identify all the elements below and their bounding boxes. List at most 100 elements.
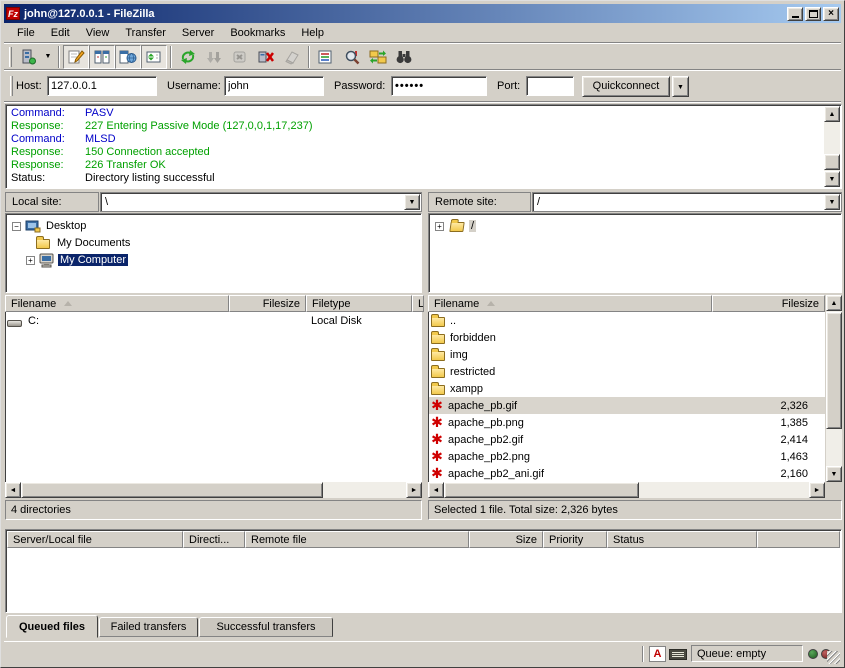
remote-hscrollbar[interactable]: ◄ ► <box>428 482 825 498</box>
collapse-icon[interactable]: − <box>12 222 21 231</box>
file-name: .. <box>450 315 456 327</box>
file-row[interactable]: .. <box>429 312 825 329</box>
file-row[interactable]: restricted <box>429 363 825 380</box>
menu-edit[interactable]: Edit <box>43 25 78 41</box>
menu-bookmarks[interactable]: Bookmarks <box>222 25 293 41</box>
expand-icon[interactable]: + <box>26 256 35 265</box>
scrollbar-thumb[interactable] <box>824 154 840 170</box>
scroll-down-button[interactable]: ▼ <box>824 171 840 187</box>
scroll-down-button[interactable]: ▼ <box>826 466 842 482</box>
quickconnect-dropdown-button[interactable]: ▼ <box>672 76 689 97</box>
tree-item-root[interactable]: + / <box>435 218 476 234</box>
column-header-remote-file[interactable]: Remote file <box>245 531 469 548</box>
log-text: PASV <box>85 107 114 120</box>
scroll-right-button[interactable]: ► <box>406 482 422 498</box>
titlebar[interactable]: Fz john@127.0.0.1 - FileZilla × <box>4 4 841 23</box>
password-input[interactable] <box>391 76 487 96</box>
local-site-combo[interactable]: \ <box>100 192 422 212</box>
column-header-blank <box>757 531 840 548</box>
toggle-local-tree-button[interactable] <box>89 45 115 69</box>
tab-failed-transfers[interactable]: Failed transfers <box>99 617 198 637</box>
menu-file[interactable]: File <box>9 25 43 41</box>
tab-queued-files[interactable]: Queued files <box>6 615 98 638</box>
username-input[interactable] <box>224 76 324 96</box>
tree-item-my-computer[interactable]: + My Computer <box>26 252 128 268</box>
scrollbar-thumb[interactable] <box>21 482 323 498</box>
file-row[interactable]: C: Local Disk <box>6 312 422 329</box>
menu-view[interactable]: View <box>78 25 118 41</box>
scrollbar-thumb[interactable] <box>826 312 842 429</box>
cancel-operation-button[interactable] <box>227 45 253 69</box>
menu-server[interactable]: Server <box>174 25 222 41</box>
port-input[interactable] <box>526 76 574 96</box>
toggle-remote-tree-button[interactable] <box>115 45 141 69</box>
column-label: Directi... <box>189 534 229 546</box>
remote-site-combo[interactable]: / <box>532 192 842 212</box>
remote-site-dropdown-button[interactable]: ▼ <box>824 194 840 210</box>
close-button[interactable]: × <box>823 7 839 21</box>
minimize-button[interactable] <box>787 7 803 21</box>
tab-successful-transfers[interactable]: Successful transfers <box>199 617 333 637</box>
column-header-server-local-file[interactable]: Server/Local file <box>7 531 183 548</box>
file-row[interactable]: ✱apache_pb2.gif2,414 <box>429 431 825 448</box>
resize-grip[interactable] <box>827 651 840 664</box>
column-header-direction[interactable]: Directi... <box>183 531 245 548</box>
username-label: Username: <box>167 80 221 92</box>
file-row[interactable]: ✱apache_pb2.png1,463 <box>429 448 825 465</box>
menu-help[interactable]: Help <box>293 25 332 41</box>
scroll-up-button[interactable]: ▲ <box>826 295 842 311</box>
column-header-filename[interactable]: Filename <box>5 295 229 312</box>
file-row[interactable]: xampp <box>429 380 825 397</box>
directory-comparison-button[interactable] <box>339 45 365 69</box>
file-row-selected[interactable]: ✱apache_pb.gif2,326 <box>429 397 825 414</box>
host-input[interactable] <box>47 76 157 96</box>
scroll-left-button[interactable]: ◄ <box>5 482 21 498</box>
quickconnect-button[interactable]: Quickconnect <box>582 76 670 97</box>
maximize-button[interactable] <box>805 7 821 21</box>
toolbar-grip[interactable] <box>9 47 12 67</box>
find-files-button[interactable] <box>391 45 417 69</box>
column-header-priority[interactable]: Priority <box>543 531 607 548</box>
directory-listing-filters-button[interactable] <box>313 45 339 69</box>
remote-tree-icon <box>119 49 137 65</box>
file-row[interactable]: ✱apache_pb.png1,385 <box>429 414 825 431</box>
file-row[interactable]: forbidden <box>429 329 825 346</box>
column-header-size[interactable]: Size <box>469 531 543 548</box>
column-header-filesize[interactable]: Filesize <box>712 295 825 312</box>
sort-ascending-icon <box>64 301 72 306</box>
binary-indicator-icon[interactable] <box>669 649 687 660</box>
site-manager-button[interactable] <box>15 45 41 69</box>
refresh-button[interactable] <box>175 45 201 69</box>
transfer-type-icon[interactable]: A <box>649 646 666 662</box>
quickconnect-grip[interactable] <box>10 76 13 96</box>
tree-item-my-documents[interactable]: My Documents <box>34 235 132 251</box>
toggle-transfer-queue-button[interactable] <box>141 45 167 69</box>
menu-transfer[interactable]: Transfer <box>117 25 174 41</box>
column-header-filesize[interactable]: Filesize <box>229 295 306 312</box>
disconnect-button[interactable] <box>253 45 279 69</box>
queue-header: Server/Local file Directi... Remote file… <box>7 531 840 548</box>
column-header-status[interactable]: Status <box>607 531 757 548</box>
site-manager-dropdown-button[interactable]: ▼ <box>41 45 55 69</box>
local-hscrollbar[interactable]: ◄ ► <box>5 482 422 498</box>
scrollbar-thumb[interactable] <box>444 482 639 498</box>
local-site-dropdown-button[interactable]: ▼ <box>404 194 420 210</box>
column-header-filetype[interactable]: Filetype <box>306 295 412 312</box>
tree-item-desktop[interactable]: − Desktop <box>12 218 88 234</box>
scroll-up-button[interactable]: ▲ <box>824 106 840 122</box>
scroll-left-button[interactable]: ◄ <box>428 482 444 498</box>
column-label: L <box>418 298 424 310</box>
file-row[interactable]: ✱apache_pb2_ani.gif2,160 <box>429 465 825 482</box>
scroll-right-button[interactable]: ► <box>809 482 825 498</box>
synchronized-browsing-button[interactable] <box>365 45 391 69</box>
file-row[interactable]: img <box>429 346 825 363</box>
column-header-lastmodified[interactable]: L <box>412 295 424 312</box>
log-line: Response:226 Transfer OK <box>6 159 841 172</box>
remote-vscrollbar[interactable]: ▲ ▼ <box>826 295 842 482</box>
toggle-message-log-button[interactable] <box>63 45 89 69</box>
reconnect-button[interactable] <box>279 45 305 69</box>
expand-icon[interactable]: + <box>435 222 444 231</box>
log-scrollbar[interactable]: ▲ ▼ <box>824 106 840 187</box>
column-header-filename[interactable]: Filename <box>428 295 712 312</box>
process-queue-button[interactable] <box>201 45 227 69</box>
